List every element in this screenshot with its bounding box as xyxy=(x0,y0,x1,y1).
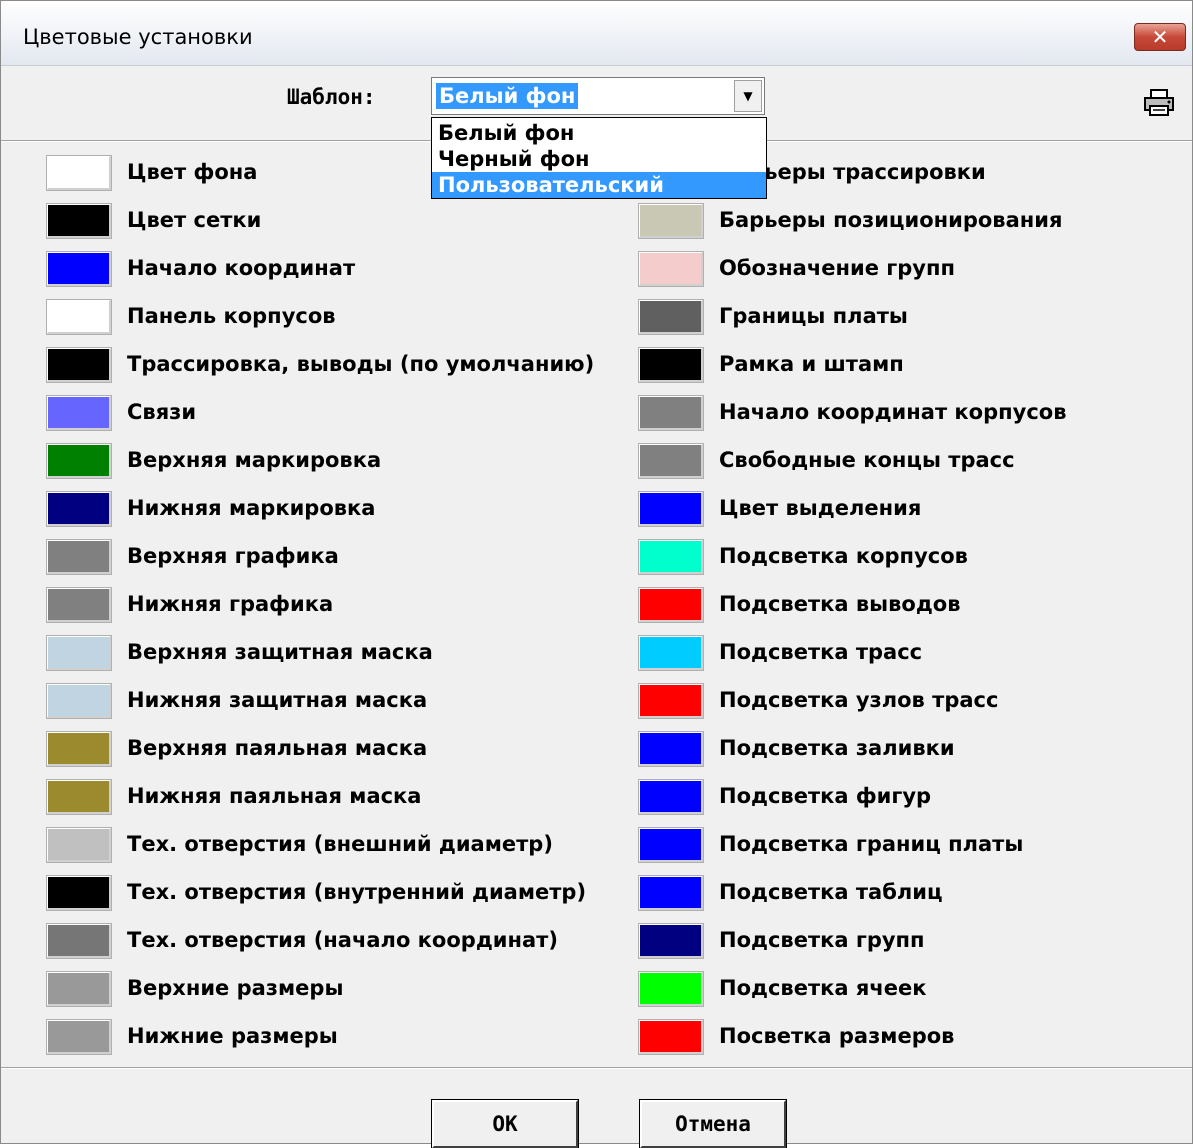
template-combobox[interactable]: Белый фон ▼ xyxy=(431,77,765,115)
left-color-label: Нижние размеры xyxy=(127,1024,338,1048)
right-color-swatch[interactable] xyxy=(638,635,704,671)
right-color-label: Цвет выделения xyxy=(719,496,922,520)
window-title: Цветовые установки xyxy=(23,25,253,49)
right-color-label: Подсветка трасс xyxy=(719,640,923,664)
left-color-label: Тех. отверстия (внутренний диаметр) xyxy=(127,880,587,904)
template-dropdown-list: Белый фон Черный фон Пользовательский xyxy=(431,117,767,199)
right-color-label: Подсветка корпусов xyxy=(719,544,968,568)
left-color-swatch[interactable] xyxy=(46,827,112,863)
dropdown-option-white[interactable]: Белый фон xyxy=(432,120,766,146)
right-color-swatch[interactable] xyxy=(638,347,704,383)
right-color-swatch[interactable] xyxy=(638,971,704,1007)
right-color-swatch[interactable] xyxy=(638,779,704,815)
left-color-label: Начало координат xyxy=(127,256,356,280)
right-color-label: Подсветка ячеек xyxy=(719,976,927,1000)
dropdown-arrow-button[interactable]: ▼ xyxy=(734,80,762,112)
right-color-swatch[interactable] xyxy=(638,203,704,239)
left-color-swatch[interactable] xyxy=(46,1019,112,1055)
right-color-swatch[interactable] xyxy=(638,491,704,527)
left-color-label: Верхняя защитная маска xyxy=(127,640,433,664)
left-color-swatch[interactable] xyxy=(46,971,112,1007)
footer-divider-highlight xyxy=(1,1068,1192,1069)
left-color-swatch[interactable] xyxy=(46,347,112,383)
left-color-swatch[interactable] xyxy=(46,587,112,623)
color-settings-dialog: Цветовые установки ✕ Шаблон: Белый фон ▼… xyxy=(0,0,1193,1148)
left-color-label: Нижняя маркировка xyxy=(127,496,376,520)
ok-button[interactable]: OK xyxy=(431,1099,579,1148)
right-color-label: Подсветка узлов трасс xyxy=(719,688,999,712)
right-color-swatch[interactable] xyxy=(638,587,704,623)
left-color-swatch[interactable] xyxy=(46,443,112,479)
left-color-label: Нижняя графика xyxy=(127,592,334,616)
cancel-button[interactable]: Отмена xyxy=(639,1099,787,1148)
close-button[interactable]: ✕ xyxy=(1134,23,1186,51)
right-color-swatch[interactable] xyxy=(638,443,704,479)
left-color-label: Верхняя маркировка xyxy=(127,448,382,472)
left-color-swatch[interactable] xyxy=(46,731,112,767)
right-color-label: Подсветка таблиц xyxy=(719,880,943,904)
right-color-label: Барьеры позиционирования xyxy=(719,208,1063,232)
right-color-swatch[interactable] xyxy=(638,731,704,767)
left-color-swatch[interactable] xyxy=(46,299,112,335)
left-color-label: Тех. отверстия (внешний диаметр) xyxy=(127,832,553,856)
right-color-swatch[interactable] xyxy=(638,827,704,863)
right-color-label: Подсветка заливки xyxy=(719,736,955,760)
right-color-label: Подсветка выводов xyxy=(719,592,961,616)
left-color-swatch[interactable] xyxy=(46,779,112,815)
left-color-label: Нижняя защитная маска xyxy=(127,688,428,712)
printer-icon[interactable] xyxy=(1143,89,1175,117)
template-label: Шаблон: xyxy=(287,85,376,109)
chevron-down-icon: ▼ xyxy=(743,89,753,103)
left-color-swatch[interactable] xyxy=(46,539,112,575)
left-color-swatch[interactable] xyxy=(46,683,112,719)
left-color-label: Цвет сетки xyxy=(127,208,262,232)
right-color-swatch[interactable] xyxy=(638,1019,704,1055)
right-color-label: Посветка размеров xyxy=(719,1024,955,1048)
left-color-swatch[interactable] xyxy=(46,395,112,431)
right-color-swatch[interactable] xyxy=(638,875,704,911)
left-color-swatch[interactable] xyxy=(46,491,112,527)
right-color-label: Подсветка групп xyxy=(719,928,925,952)
right-color-swatch[interactable] xyxy=(638,539,704,575)
title-bar[interactable]: Цветовые установки ✕ xyxy=(1,1,1192,66)
right-color-swatch[interactable] xyxy=(638,299,704,335)
left-color-swatch[interactable] xyxy=(46,923,112,959)
template-selected-value: Белый фон xyxy=(436,83,579,109)
close-icon: ✕ xyxy=(1151,25,1169,49)
left-color-swatch[interactable] xyxy=(46,875,112,911)
left-color-swatch[interactable] xyxy=(46,203,112,239)
left-color-label: Тех. отверстия (начало координат) xyxy=(127,928,558,952)
left-color-label: Трассировка, выводы (по умолчанию) xyxy=(127,352,595,376)
right-color-label: Подсветка границ платы xyxy=(719,832,1024,856)
right-color-label: Рамка и штамп xyxy=(719,352,904,376)
right-color-swatch[interactable] xyxy=(638,395,704,431)
left-color-swatch[interactable] xyxy=(46,155,112,191)
left-color-label: Цвет фона xyxy=(127,160,258,184)
right-color-label: Начало координат корпусов xyxy=(719,400,1067,424)
left-color-label: Верхняя графика xyxy=(127,544,339,568)
left-color-swatch[interactable] xyxy=(46,251,112,287)
dropdown-option-black[interactable]: Черный фон xyxy=(432,146,766,172)
dropdown-option-custom[interactable]: Пользовательский xyxy=(432,172,766,198)
right-color-label: Обозначение групп xyxy=(719,256,955,280)
right-color-swatch[interactable] xyxy=(638,251,704,287)
right-color-swatch[interactable] xyxy=(638,923,704,959)
left-color-label: Верхние размеры xyxy=(127,976,344,1000)
left-color-label: Верхняя паяльная маска xyxy=(127,736,428,760)
left-color-swatch[interactable] xyxy=(46,635,112,671)
right-color-label: Свободные концы трасс xyxy=(719,448,1015,472)
right-color-swatch[interactable] xyxy=(638,683,704,719)
left-color-label: Связи xyxy=(127,400,197,424)
right-color-label: Границы платы xyxy=(719,304,908,328)
left-color-label: Нижняя паяльная маска xyxy=(127,784,422,808)
right-color-label: Подсветка фигур xyxy=(719,784,932,808)
left-color-label: Панель корпусов xyxy=(127,304,336,328)
